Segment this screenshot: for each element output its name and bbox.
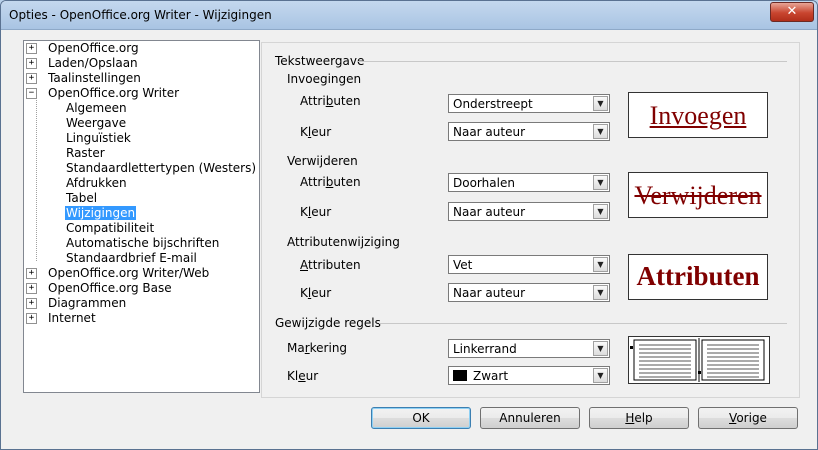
insertions-color-label: Kleur bbox=[300, 125, 332, 139]
collapse-icon[interactable]: − bbox=[26, 88, 37, 99]
marking-label: Markering bbox=[287, 341, 348, 355]
tree-item-standaardlettertypen[interactable]: Standaardlettertypen (Westers) bbox=[66, 161, 256, 176]
tree-item-label: Linguïstiek bbox=[66, 131, 131, 145]
changed-lines-color-select[interactable]: Zwart ▼ bbox=[448, 366, 610, 385]
tree-item-linguistiek[interactable]: Linguïstiek bbox=[66, 131, 131, 146]
attr-changes-preview: Attributen bbox=[628, 254, 768, 300]
section-separator bbox=[357, 61, 787, 62]
color-swatch bbox=[453, 370, 467, 381]
group-title-deletions: Verwijderen bbox=[287, 154, 358, 168]
section-title-changed-lines: Gewijzigde regels bbox=[275, 316, 381, 330]
changed-lines-preview bbox=[628, 336, 770, 384]
deletions-attributes-label: Attributen bbox=[300, 175, 361, 189]
expand-icon[interactable]: + bbox=[26, 283, 37, 294]
deletions-preview-text: Verwijderen bbox=[634, 181, 762, 210]
close-button[interactable]: ✕ bbox=[770, 2, 814, 22]
insertions-attributes-select[interactable]: Onderstreept ▼ bbox=[448, 94, 610, 113]
tree-item-label: Algemeen bbox=[66, 101, 127, 115]
expand-icon[interactable]: + bbox=[26, 58, 37, 69]
attr-changes-preview-text: Attributen bbox=[636, 261, 760, 291]
tree-item-automatische-bijschriften[interactable]: Automatische bijschriften bbox=[66, 236, 219, 251]
chevron-down-icon[interactable]: ▼ bbox=[593, 341, 608, 356]
chevron-down-icon[interactable]: ▼ bbox=[593, 204, 608, 219]
expand-icon[interactable]: + bbox=[26, 73, 37, 84]
changes-options-panel: Tekstweergave Invoegingen Attributen Ond… bbox=[261, 42, 800, 398]
attr-changes-attributes-select[interactable]: Vet ▼ bbox=[448, 255, 610, 274]
chevron-down-icon[interactable]: ▼ bbox=[593, 368, 608, 383]
cancel-button[interactable]: Annuleren bbox=[480, 407, 580, 429]
tree-item-compatibiliteit[interactable]: Compatibiliteit bbox=[66, 221, 154, 236]
title-bar[interactable]: Opties - OpenOffice.org Writer - Wijzigi… bbox=[1, 1, 817, 30]
options-dialog: Opties - OpenOffice.org Writer - Wijzigi… bbox=[0, 0, 818, 450]
tree-item-label: Internet bbox=[48, 311, 96, 325]
insertions-preview-text: Invoegen bbox=[649, 101, 747, 130]
chevron-down-icon[interactable]: ▼ bbox=[593, 257, 608, 272]
insertions-attributes-label: Attributen bbox=[300, 94, 361, 108]
tree-item-standaardbrief[interactable]: Standaardbrief E-mail bbox=[66, 251, 197, 266]
dialog-body: + OpenOffice.org + Laden/Opslaan + Taalinst… bbox=[9, 31, 812, 445]
tree-item-raster[interactable]: Raster bbox=[66, 146, 105, 161]
help-button[interactable]: Help bbox=[589, 407, 689, 429]
tree-guide-line bbox=[36, 98, 37, 261]
deletions-color-select[interactable]: Naar auteur ▼ bbox=[448, 202, 610, 221]
expand-icon[interactable]: + bbox=[26, 268, 37, 279]
section-separator bbox=[379, 323, 787, 324]
tree-item-label: Compatibiliteit bbox=[66, 221, 155, 235]
close-icon: ✕ bbox=[786, 4, 798, 19]
section-title-text-display: Tekstweergave bbox=[275, 54, 365, 68]
tree-item-label: Taalinstellingen bbox=[48, 71, 141, 85]
expand-icon[interactable]: + bbox=[26, 43, 37, 54]
expand-icon[interactable]: + bbox=[26, 298, 37, 309]
tree-item-label: Standaardbrief E-mail bbox=[66, 251, 197, 265]
deletions-preview: Verwijderen bbox=[628, 172, 768, 218]
tree-item-label: Weergave bbox=[66, 116, 127, 130]
tree-item-label: Laden/Opslaan bbox=[48, 56, 138, 70]
tree-item-label: Raster bbox=[66, 146, 105, 160]
chevron-down-icon[interactable]: ▼ bbox=[593, 285, 608, 300]
attr-changes-attributes-label: Attributen bbox=[300, 258, 361, 272]
expand-icon[interactable]: + bbox=[26, 313, 37, 324]
group-title-insertions: Invoegingen bbox=[287, 72, 362, 86]
insertions-preview: Invoegen bbox=[628, 92, 768, 138]
tree-item-label-selected: Wijzigingen bbox=[65, 206, 137, 220]
marking-select[interactable]: Linkerrand ▼ bbox=[448, 339, 610, 358]
ok-button[interactable]: OK bbox=[371, 407, 471, 429]
options-tree[interactable]: + OpenOffice.org + Laden/Opslaan + Taalinst… bbox=[23, 40, 260, 393]
changed-lines-color-label: Kleur bbox=[287, 369, 319, 383]
chevron-down-icon[interactable]: ▼ bbox=[593, 175, 608, 190]
tree-item-label: OpenOffice.org Writer/Web bbox=[48, 266, 210, 280]
insertions-color-select[interactable]: Naar auteur ▼ bbox=[448, 122, 610, 141]
group-title-attribute-changes: Attributenwijziging bbox=[287, 235, 400, 249]
tree-item-label: Diagrammen bbox=[48, 296, 127, 310]
tree-item-wijzigingen[interactable]: Wijzigingen bbox=[65, 206, 137, 221]
tree-item-algemeen[interactable]: Algemeen bbox=[66, 101, 127, 116]
tree-item-label: Afdrukken bbox=[66, 176, 127, 190]
window-title: Opties - OpenOffice.org Writer - Wijzigi… bbox=[9, 8, 272, 22]
deletions-attributes-select[interactable]: Doorhalen ▼ bbox=[448, 173, 610, 192]
attr-changes-color-label: Kleur bbox=[300, 286, 332, 300]
tree-item-label: OpenOffice.org Base bbox=[48, 281, 172, 295]
tree-item-label: OpenOffice.org bbox=[48, 41, 139, 55]
tree-item-weergave[interactable]: Weergave bbox=[66, 116, 126, 131]
chevron-down-icon[interactable]: ▼ bbox=[593, 124, 608, 139]
tree-item-tabel[interactable]: Tabel bbox=[66, 191, 97, 206]
back-button[interactable]: Vorige bbox=[698, 407, 798, 429]
tree-item-label: OpenOffice.org Writer bbox=[48, 86, 180, 100]
deletions-color-label: Kleur bbox=[300, 205, 332, 219]
tree-item-label: Automatische bijschriften bbox=[66, 236, 220, 250]
tree-item-afdrukken[interactable]: Afdrukken bbox=[66, 176, 127, 191]
chevron-down-icon[interactable]: ▼ bbox=[593, 96, 608, 111]
page-margin-preview-icon bbox=[630, 338, 765, 382]
attr-changes-color-select[interactable]: Naar auteur ▼ bbox=[448, 283, 610, 302]
tree-item-label: Tabel bbox=[66, 191, 98, 205]
tree-item-label: Standaardlettertypen (Westers) bbox=[66, 161, 257, 175]
